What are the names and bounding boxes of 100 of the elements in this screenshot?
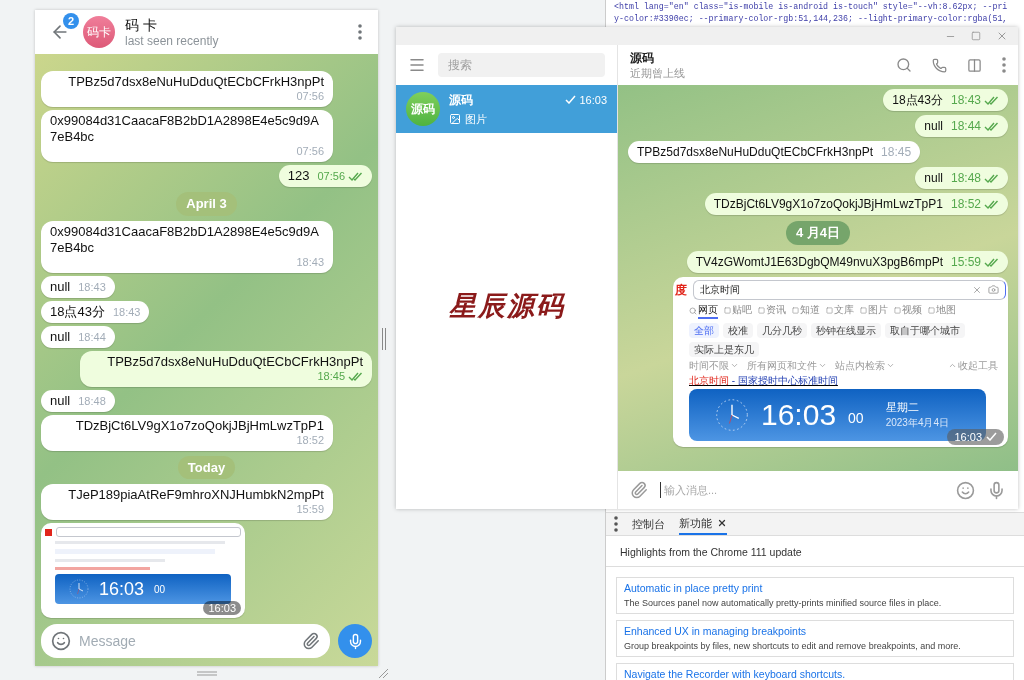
message-time: 15:59 [950, 255, 981, 269]
clock-time: 16:03 [761, 398, 837, 431]
more-icon [1002, 57, 1006, 73]
category-label: 文库 [834, 302, 854, 317]
search-field[interactable]: 搜索 [438, 53, 605, 77]
chevron-up-icon [948, 361, 957, 370]
category-icon [928, 307, 935, 314]
attach-icon [302, 632, 320, 650]
message-time: 18:48 [78, 394, 106, 408]
category-label: 视频 [902, 302, 922, 317]
maximize-icon [971, 31, 981, 41]
resize-handle-icon[interactable] [381, 328, 387, 350]
maximize-button[interactable] [970, 30, 982, 42]
feature-description: The Sources panel now automatically pretty-prints minified source files in place. [624, 597, 943, 610]
attach-icon [630, 481, 648, 499]
source-code-line: y-color:#3390ec; --primary-color-rgb:51,144,236; --light-primary-color:rgba(51, [614, 13, 1008, 25]
update-heading: Highlights from the Chrome 111 update [620, 546, 802, 558]
logo-text: 度 [675, 281, 687, 299]
category-label: 网页 [698, 302, 718, 319]
voice-button[interactable] [338, 624, 372, 658]
category-label: 贴吧 [732, 302, 752, 317]
filter-chip: 秒钟在线显示 [811, 322, 881, 338]
sidebar-toggle-button[interactable] [967, 57, 982, 73]
filter-chip: 取自于哪个城市 [885, 322, 965, 338]
message-text: 18点43分 [50, 303, 105, 320]
logo-mark [45, 528, 52, 536]
unread-badge: 2 [63, 13, 79, 29]
clock-time: 16:03 [99, 579, 145, 599]
chat-preview: 图片 [465, 111, 487, 127]
category-icon [860, 307, 867, 314]
message-text: null [924, 118, 943, 134]
more-icon [614, 516, 618, 532]
message-text: TPBz5d7dsx8eNuHuDduQtECbCFrkH3npPt [637, 144, 874, 160]
message-time: 18:43 [950, 94, 981, 107]
feature-link[interactable]: Automatic in place pretty print [624, 581, 763, 595]
contact-status: 近期曾上线 [630, 65, 686, 80]
message-time: 18:52 [950, 198, 981, 211]
filter-chip: 几分几秒 [757, 322, 807, 338]
contact-status: last seen recently [125, 33, 220, 48]
microphone-icon [987, 480, 1006, 500]
category-icon [724, 307, 731, 314]
message-text: 18点43分 [892, 92, 943, 108]
search-query: 北京时间 [700, 283, 741, 297]
brand-logo-text: 星辰源码 [448, 289, 565, 323]
filter-chip: 实际上是东几 [689, 341, 759, 357]
devtools-tab[interactable]: 新功能 [679, 513, 727, 535]
close-button[interactable] [996, 30, 1008, 42]
menu-icon [408, 56, 426, 74]
search-icon [896, 57, 912, 73]
resize-grip-icon[interactable] [379, 669, 388, 678]
chat-name: 源码 [449, 91, 474, 109]
message-time: 18:43 [78, 280, 106, 294]
message-time: 07:56 [317, 170, 345, 183]
message-time: 16:03 [954, 429, 982, 444]
message-text: null [924, 170, 943, 186]
message-time: 18:52 [296, 433, 324, 447]
search-icon [689, 306, 697, 315]
message-time: 18:43 [112, 305, 141, 319]
message-input[interactable]: 输入消息... [660, 481, 944, 499]
clear-icon [972, 284, 982, 295]
message-time: 18:44 [950, 120, 981, 133]
category-icon [894, 307, 901, 314]
search-button[interactable] [896, 57, 912, 73]
contact-name: 码 卡 [125, 16, 158, 34]
category-label: 地图 [936, 302, 956, 317]
feature-link[interactable]: Navigate the Recorder with keyboard shortcuts. [624, 667, 846, 680]
avatar: 源码 [406, 92, 440, 126]
close-icon [996, 30, 1008, 42]
category-label: 资讯 [766, 302, 786, 317]
message-text: TDzBjCt6LV9gX1o7zoQokjJBjHmLwzTpP1 [713, 196, 943, 212]
devtools-tab[interactable]: 控制台 [632, 513, 665, 535]
message-text: TJeP189piaAtReF9mhroXNJHumbkN2mpPt [68, 487, 324, 503]
category-label: 知道 [800, 302, 820, 317]
phone-icon [932, 57, 947, 73]
drag-handle-icon[interactable] [197, 671, 217, 676]
more-icon [358, 24, 362, 40]
chevron-down-icon [818, 361, 827, 370]
feature-link[interactable]: Enhanced UX in managing breakpoints [624, 624, 807, 638]
clock-date: 2023年4月4日 [885, 416, 950, 431]
call-button[interactable] [932, 57, 947, 73]
message-text: null [50, 328, 71, 345]
filter-label: 所有网页和文件 [747, 359, 817, 372]
message-time: 16:03 [203, 601, 241, 615]
message-time: 07:56 [296, 145, 324, 158]
weekday: 星期二 [885, 399, 920, 415]
source-code-line: <html lang="en" class="is-mobile is-android is-touch" style="--vh:8.62px; --pri [614, 1, 1008, 13]
message-time: 18:43 [296, 255, 324, 269]
panel-icon [967, 57, 982, 73]
filter-label: 站点内检索 [835, 359, 885, 372]
filter-chip: 全部 [689, 322, 719, 338]
contact-name: 源码 [630, 50, 655, 66]
chat-list-item[interactable]: 源码 源码 16:03 图片 [396, 85, 617, 133]
message-time: 18:45 [881, 146, 912, 159]
chevron-down-icon [886, 361, 895, 370]
camera-icon [988, 284, 999, 295]
more-button[interactable] [1002, 57, 1006, 73]
collapse-label: 收起工具 [958, 359, 998, 372]
menu-button[interactable] [408, 56, 426, 74]
message-time: 18:48 [950, 172, 981, 185]
message-text: TDzBjCt6LV9gX1o7zoQokjJBjHmLwzTpP1 [75, 417, 324, 434]
